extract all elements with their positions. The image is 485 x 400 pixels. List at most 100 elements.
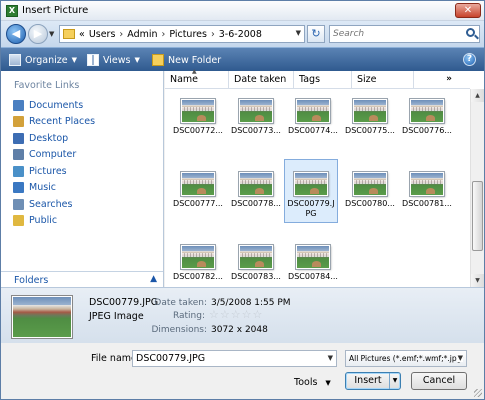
file-tile[interactable]: DSC00772... — [171, 95, 225, 138]
star-icon[interactable]: ☆ — [231, 309, 241, 321]
star-icon[interactable]: ☆ — [253, 309, 263, 321]
file-name: DSC00778... — [231, 199, 281, 208]
forward-button[interactable]: ▶ — [28, 24, 48, 44]
image-thumbnail — [353, 99, 387, 123]
nav-item-pictures[interactable]: Pictures — [13, 163, 95, 180]
address-dropdown-icon[interactable]: ▼ — [296, 29, 301, 37]
file-name-field[interactable]: DSC00779.JPG ▼ — [132, 350, 337, 367]
column-size[interactable]: Size — [352, 71, 414, 89]
breadcrumb-folder[interactable]: 3-6-2008 — [219, 29, 262, 40]
file-type-filter-value: All Pictures (*.emf;*.wmf;*.jpg; — [349, 354, 464, 363]
dimensions-label: Dimensions: — [151, 325, 207, 335]
folders-toggle[interactable]: Folders ▲ — [1, 271, 163, 287]
nav-item-label: Documents — [29, 99, 84, 111]
file-tile-selected[interactable]: DSC00779.JPG — [284, 159, 338, 223]
chevron-down-icon[interactable]: ▼ — [456, 354, 463, 362]
column-label: Size — [357, 74, 377, 85]
chevron-down-icon[interactable]: ▼ — [328, 354, 333, 362]
breadcrumb-overflow[interactable]: « — [79, 29, 85, 40]
column-label: Name — [170, 74, 199, 85]
insert-options-dropdown-icon[interactable]: ▼ — [389, 373, 400, 389]
desktop-icon — [13, 132, 24, 144]
search-box[interactable] — [329, 25, 480, 43]
new-folder-label: New Folder — [168, 54, 222, 66]
address-row: ◀ ▶ ▼ « Users › Admin › Pictures › 3-6-2… — [1, 21, 484, 47]
column-tags[interactable]: Tags — [294, 71, 352, 89]
breadcrumb-admin[interactable]: Admin — [127, 29, 157, 40]
refresh-button[interactable]: ↻ — [307, 25, 325, 43]
star-icon[interactable]: ☆ — [220, 309, 230, 321]
favorite-links-heading: Favorite Links — [14, 80, 80, 91]
breadcrumb-pictures[interactable]: Pictures — [169, 29, 207, 40]
recent-pages-dropdown-icon[interactable]: ▼ — [49, 30, 54, 38]
back-button[interactable]: ◀ — [6, 24, 26, 44]
dialog-footer: File name: DSC00779.JPG ▼ All Pictures (… — [1, 343, 484, 399]
vertical-scrollbar[interactable]: ▲ ▼ — [470, 89, 484, 287]
column-name[interactable]: ▲ Name — [165, 68, 229, 89]
organize-button[interactable]: Organize ▼ — [9, 52, 77, 68]
documents-icon — [13, 99, 24, 111]
nav-item-label: Computer — [29, 149, 77, 161]
address-bar[interactable]: « Users › Admin › Pictures › 3-6-2008 ▼ — [59, 25, 305, 43]
close-button[interactable]: ✕ — [455, 3, 481, 18]
file-tile[interactable]: DSC00776... — [400, 95, 454, 138]
thumbnail-grid: DSC00772... DSC00773... DSC00774... DSC0… — [165, 91, 470, 287]
help-icon[interactable]: ? — [463, 53, 476, 66]
file-name: DSC00782... — [173, 272, 223, 281]
date-taken-value[interactable]: 3/5/2008 1:55 PM — [211, 298, 291, 308]
image-thumbnail — [410, 172, 444, 196]
file-tile[interactable]: DSC00777... — [171, 168, 225, 211]
nav-item-music[interactable]: Music — [13, 180, 95, 197]
file-tile[interactable]: DSC00780... — [343, 168, 397, 211]
scroll-up-icon[interactable]: ▲ — [471, 89, 484, 102]
more-columns-icon[interactable]: » — [446, 74, 452, 84]
column-header: ▲ Name Date taken Tags Size » — [165, 68, 470, 89]
scroll-down-icon[interactable]: ▼ — [471, 274, 484, 287]
search-input[interactable] — [333, 28, 461, 40]
chevron-right-icon[interactable]: › — [162, 29, 166, 40]
scrollbar-thumb[interactable] — [472, 181, 483, 251]
cancel-button[interactable]: Cancel — [411, 372, 467, 390]
tools-label: Tools — [294, 377, 318, 388]
nav-item-label: Music — [29, 182, 57, 194]
file-list-pane: ▲ Name Date taken Tags Size » DSC00772..… — [165, 68, 484, 287]
file-name-value[interactable]: DSC00779.JPG — [136, 353, 205, 364]
breadcrumb-users[interactable]: Users — [89, 29, 116, 40]
image-thumbnail — [353, 172, 387, 196]
new-folder-button[interactable]: New Folder — [152, 52, 221, 68]
file-tile[interactable]: DSC00781... — [400, 168, 454, 211]
column-label: Date taken — [234, 74, 287, 85]
star-icon[interactable]: ☆ — [209, 309, 219, 321]
rating-stars[interactable]: ☆ ☆ ☆ ☆ ☆ — [209, 309, 262, 321]
file-tile[interactable]: DSC00775... — [343, 95, 397, 138]
nav-item-public[interactable]: Public — [13, 213, 95, 230]
nav-item-computer[interactable]: Computer — [13, 147, 95, 164]
file-tile[interactable]: DSC00782... — [171, 241, 225, 284]
chevron-right-icon[interactable]: › — [119, 29, 123, 40]
views-button[interactable]: Views ▼ — [87, 52, 140, 68]
file-tile[interactable]: DSC00783... — [229, 241, 283, 284]
favorite-links-list: Documents Recent Places Desktop Computer… — [13, 97, 95, 229]
file-type-filter[interactable]: All Pictures (*.emf;*.wmf;*.jpg; ▼ — [345, 350, 467, 367]
file-tile[interactable]: DSC00774... — [286, 95, 340, 138]
nav-item-desktop[interactable]: Desktop — [13, 130, 95, 147]
insert-button[interactable]: Insert ▼ — [345, 372, 401, 390]
nav-item-documents[interactable]: Documents — [13, 97, 95, 114]
resize-grip-icon[interactable] — [474, 389, 482, 397]
chevron-right-icon[interactable]: › — [211, 29, 215, 40]
file-tile[interactable]: DSC00773... — [229, 95, 283, 138]
nav-item-label: Desktop — [29, 132, 69, 144]
file-name: DSC00780... — [345, 199, 395, 208]
chevron-down-icon: ▼ — [134, 56, 140, 64]
nav-item-searches[interactable]: Searches — [13, 196, 95, 213]
file-tile[interactable]: DSC00778... — [229, 168, 283, 211]
insert-picture-dialog: X Insert Picture ✕ ◀ ▶ ▼ « Users › Admin… — [0, 0, 485, 400]
file-tile[interactable]: DSC00784... — [286, 241, 340, 284]
nav-item-recent-places[interactable]: Recent Places — [13, 114, 95, 131]
tools-menu[interactable]: Tools ▼ — [294, 377, 331, 389]
search-icon[interactable] — [466, 28, 475, 37]
image-thumbnail — [294, 172, 328, 196]
star-icon[interactable]: ☆ — [242, 309, 252, 321]
folder-icon — [63, 29, 75, 39]
column-date-taken[interactable]: Date taken — [229, 71, 294, 89]
